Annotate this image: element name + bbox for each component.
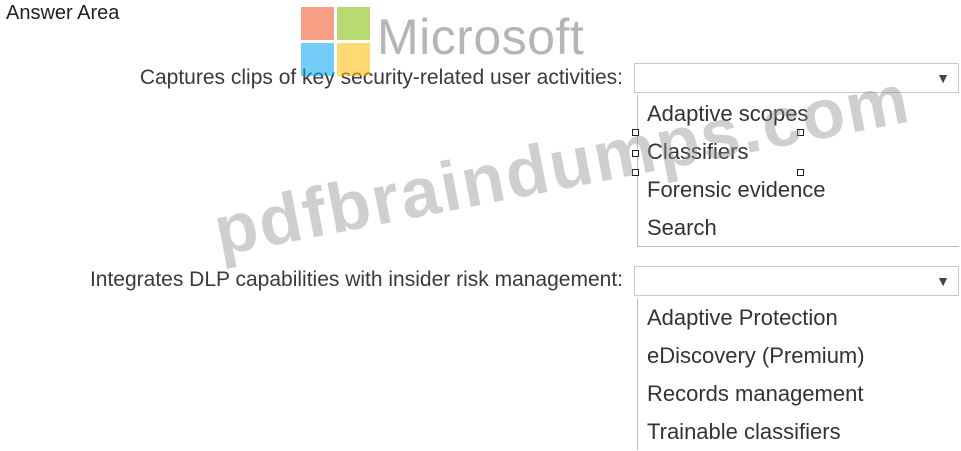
option-trainable-classifiers[interactable]: Trainable classifiers bbox=[638, 413, 959, 451]
logo-red-square bbox=[301, 7, 334, 40]
chevron-down-icon[interactable]: ▼ bbox=[928, 267, 958, 295]
microsoft-logo-icon bbox=[301, 7, 371, 77]
answer-area-title: Answer Area bbox=[6, 2, 120, 24]
chevron-down-icon[interactable]: ▼ bbox=[928, 64, 958, 92]
option-ediscovery-premium[interactable]: eDiscovery (Premium) bbox=[638, 337, 959, 375]
option-records-management[interactable]: Records management bbox=[638, 375, 959, 413]
microsoft-watermark-text: Microsoft bbox=[377, 9, 585, 65]
logo-green-square bbox=[337, 7, 370, 40]
question-2-options: Adaptive Protection eDiscovery (Premium)… bbox=[637, 299, 959, 450]
question-1-prompt: Captures clips of key security-related u… bbox=[139, 66, 623, 89]
option-adaptive-protection[interactable]: Adaptive Protection bbox=[638, 299, 959, 337]
logo-blue-square bbox=[301, 43, 334, 76]
option-search[interactable]: Search bbox=[638, 209, 959, 247]
question-2-prompt: Integrates DLP capabilities with insider… bbox=[89, 268, 623, 291]
selection-handle[interactable] bbox=[797, 169, 804, 176]
question-2-dropdown[interactable]: ▼ bbox=[634, 266, 959, 296]
logo-yellow-square bbox=[337, 43, 370, 76]
